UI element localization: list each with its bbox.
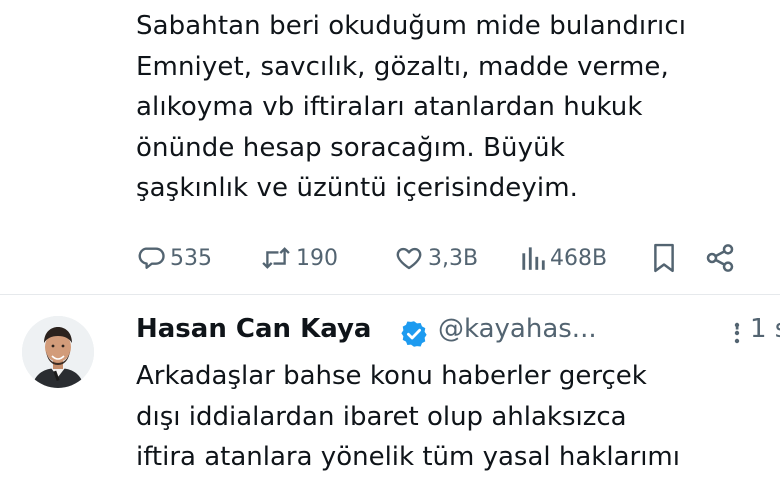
repost-arrows-icon — [260, 243, 292, 273]
more-dots-icon — [727, 322, 747, 352]
bookmark-button[interactable] — [650, 238, 678, 278]
tweet-text-line: şaşkınlık ve üzüntü içerisindeyim. — [136, 173, 578, 203]
tweet-action-bar: 535 190 3,3B 468B — [136, 238, 746, 278]
more-options-button[interactable] — [727, 318, 747, 348]
author-name[interactable]: Hasan Can Kaya — [136, 314, 371, 344]
author-handle[interactable]: @kayahas... — [438, 314, 597, 344]
reply-count: 535 — [170, 245, 212, 271]
speech-bubble-icon — [136, 243, 166, 273]
views-button[interactable]: 468B — [520, 238, 607, 278]
tweet-text-line: önünde hesap soracağım. Büyük — [136, 132, 565, 163]
reply-header: Hasan Can Kaya @kayahas... · 1 sa — [136, 312, 780, 353]
tweet-text-line: alıkoyma vb iftiraları atanlardan hukuk — [136, 92, 643, 122]
bar-chart-icon — [520, 243, 546, 273]
like-count: 3,3B — [428, 245, 479, 271]
repost-button[interactable]: 190 — [260, 238, 338, 278]
reply-text-line: dışı iddialardan ibaret olup ahlaksızca — [136, 401, 627, 432]
heart-icon — [394, 243, 424, 273]
tweet-text: Sabahtan beri okuduğum mide bulandırıcı … — [136, 6, 776, 209]
verified-badge-icon — [399, 319, 429, 353]
tweet-text-line: Emniyet, savcılık, gözaltı, madde verme, — [136, 51, 669, 82]
repost-count: 190 — [296, 245, 338, 271]
reply-text: Arkadaşlar bahse konu haberler gerçek dı… — [136, 356, 776, 478]
views-count: 468B — [550, 245, 608, 271]
reply-text-line: Arkadaşlar bahse konu haberler gerçek — [136, 361, 647, 391]
share-button[interactable] — [704, 238, 736, 278]
reply-text-line: iftira atanlara yönelik tüm yasal haklar… — [136, 442, 680, 472]
bookmark-icon — [650, 242, 678, 274]
tweet-divider — [0, 294, 780, 295]
reply-button[interactable]: 535 — [136, 238, 212, 278]
like-button[interactable]: 3,3B — [394, 238, 478, 278]
post-time[interactable]: 1 sa — [750, 314, 780, 344]
avatar[interactable] — [22, 316, 94, 388]
share-icon — [704, 242, 736, 274]
tweet-text-line: Sabahtan beri okuduğum mide bulandırıcı — [136, 11, 687, 41]
